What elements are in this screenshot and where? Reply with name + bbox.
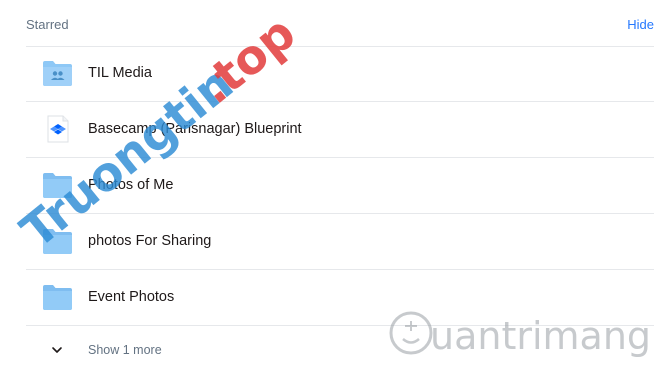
list-item[interactable]: Event Photos	[26, 270, 654, 326]
chevron-down-icon	[50, 343, 64, 357]
starred-panel: Starred Hide TIL Media Basecamp (Parisna…	[0, 0, 670, 383]
starred-header: Starred Hide	[26, 0, 654, 47]
list-item[interactable]: TIL Media	[26, 46, 654, 102]
item-label: Basecamp (Parisnagar) Blueprint	[88, 121, 302, 137]
section-title: Starred	[26, 17, 69, 32]
dropbox-paper-icon	[42, 115, 73, 143]
show-more-button[interactable]: Show 1 more	[26, 323, 326, 377]
item-label: Photos of Me	[88, 177, 174, 193]
list-item[interactable]: Basecamp (Parisnagar) Blueprint	[26, 102, 654, 158]
item-label: photos For Sharing	[88, 233, 212, 249]
list-item[interactable]: Photos of Me	[26, 158, 654, 214]
list-item[interactable]: photos For Sharing	[26, 214, 654, 270]
shared-folder-icon	[42, 59, 73, 87]
show-more-label: Show 1 more	[88, 343, 162, 357]
starred-list: TIL Media Basecamp (Parisnagar) Blueprin…	[26, 46, 654, 326]
item-label: TIL Media	[88, 65, 152, 81]
folder-icon	[42, 283, 73, 311]
folder-icon	[42, 227, 73, 255]
folder-icon	[42, 171, 73, 199]
item-label: Event Photos	[88, 289, 175, 305]
hide-button[interactable]: Hide	[627, 17, 654, 32]
